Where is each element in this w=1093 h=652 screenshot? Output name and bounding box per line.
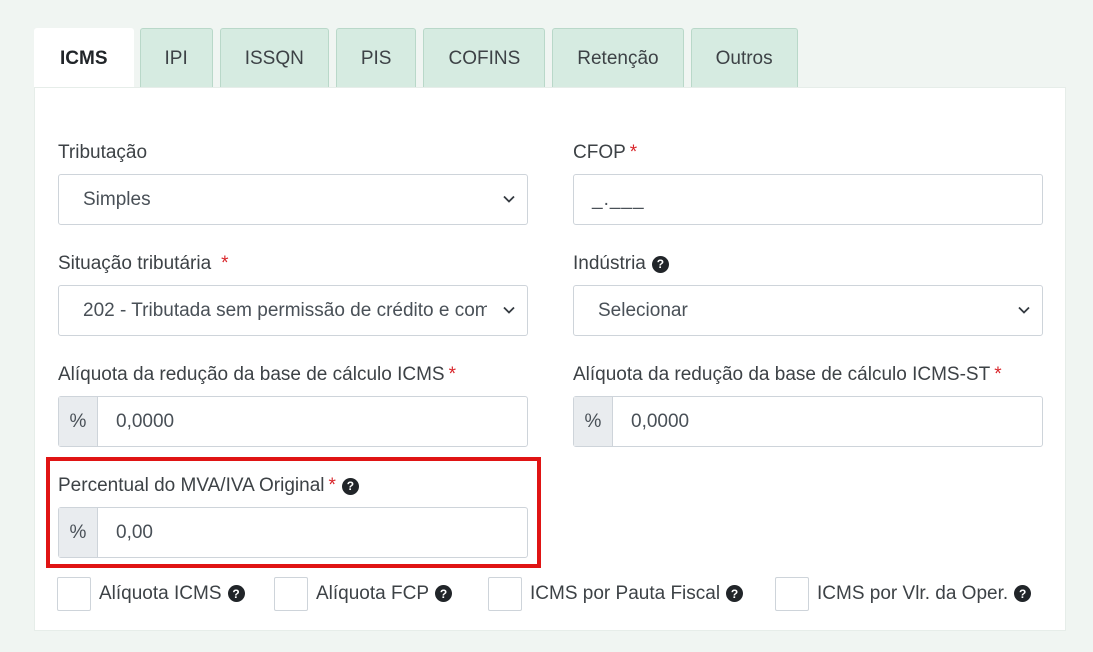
- tab-issqn[interactable]: ISSQN: [219, 28, 329, 88]
- question-circle-icon[interactable]: ?: [227, 585, 245, 602]
- situacao-select[interactable]: 202 - Tributada sem permissão de crédito…: [58, 285, 528, 336]
- checkbox-box[interactable]: [775, 576, 809, 611]
- required-marker: *: [448, 364, 456, 385]
- chevron-down-icon: [1018, 306, 1030, 314]
- tab-pis[interactable]: PIS: [335, 28, 417, 88]
- cfop-mask: _.___: [592, 188, 645, 210]
- question-circle-icon[interactable]: ?: [651, 255, 669, 273]
- checkbox-aliquota-fcp[interactable]: Alíquota FCP?: [274, 576, 452, 611]
- tab-bar: ICMS IPI ISSQN PIS COFINS Retenção Outro…: [34, 28, 805, 88]
- tab-icms[interactable]: ICMS: [34, 28, 134, 88]
- aliquota-reducao-icms-label: Alíquota da redução da base de cálculo I…: [58, 362, 456, 388]
- required-marker: *: [221, 253, 229, 274]
- aliquota-reducao-icms-st-label: Alíquota da redução da base de cálculo I…: [573, 362, 1002, 388]
- aliquota-reducao-icms-st-input[interactable]: % 0,0000: [573, 396, 1043, 447]
- industria-label: Indústria?: [573, 251, 669, 277]
- tributacao-label: Tributação: [58, 142, 148, 163]
- checkbox-label: ICMS por Vlr. da Oper.?: [817, 583, 1032, 605]
- industria-select[interactable]: Selecionar: [573, 285, 1043, 336]
- cfop-label: CFOP *: [573, 140, 637, 166]
- aliquota-reducao-icms-value: 0,0000: [116, 410, 175, 432]
- question-circle-icon[interactable]: ?: [1014, 585, 1032, 602]
- checkbox-box[interactable]: [57, 576, 91, 611]
- situacao-value: 202 - Tributada sem permissão de crédito…: [83, 299, 487, 321]
- aliquota-reducao-icms-st-value: 0,0000: [631, 410, 690, 432]
- tab-ipi[interactable]: IPI: [139, 28, 213, 88]
- tab-cofins[interactable]: COFINS: [423, 28, 546, 88]
- checkbox-box[interactable]: [488, 576, 522, 611]
- aliquota-reducao-icms-input[interactable]: % 0,0000: [58, 396, 528, 447]
- cfop-field: CFOP *: [573, 140, 637, 166]
- tributacao-field: Tributação: [58, 140, 147, 166]
- industria-value: Selecionar: [598, 299, 688, 321]
- highlight-box: [46, 457, 541, 568]
- tab-outros[interactable]: Outros: [690, 28, 798, 88]
- checkbox-icms-pauta-fiscal[interactable]: ICMS por Pauta Fiscal?: [488, 576, 744, 611]
- chevron-down-icon: [503, 195, 515, 203]
- cfop-input[interactable]: _.___: [573, 174, 1043, 225]
- checkbox-label: Alíquota FCP?: [316, 583, 452, 605]
- aliquota-reducao-icms-field: Alíquota da redução da base de cálculo I…: [58, 362, 456, 388]
- situacao-field: Situação tributária *: [58, 251, 229, 277]
- required-marker: *: [994, 364, 1002, 385]
- tributacao-select[interactable]: Simples: [58, 174, 528, 225]
- industria-field: Indústria?: [573, 251, 669, 277]
- question-circle-icon[interactable]: ?: [726, 585, 744, 602]
- percent-addon: %: [574, 397, 613, 446]
- question-circle-icon[interactable]: ?: [435, 585, 452, 602]
- checkbox-aliquota-icms[interactable]: Alíquota ICMS?: [57, 576, 245, 611]
- tab-retencao[interactable]: Retenção: [552, 28, 684, 88]
- aliquota-reducao-icms-st-field: Alíquota da redução da base de cálculo I…: [573, 362, 1002, 388]
- checkbox-icms-vlr-oper[interactable]: ICMS por Vlr. da Oper.?: [775, 576, 1032, 611]
- checkbox-label: Alíquota ICMS?: [99, 583, 245, 605]
- required-marker: *: [629, 142, 638, 163]
- situacao-label: Situação tributária *: [58, 251, 229, 277]
- tributacao-value: Simples: [83, 188, 151, 210]
- chevron-down-icon: [503, 306, 515, 314]
- checkbox-box[interactable]: [274, 576, 308, 611]
- percent-addon: %: [59, 397, 98, 446]
- checkbox-label: ICMS por Pauta Fiscal?: [530, 583, 744, 605]
